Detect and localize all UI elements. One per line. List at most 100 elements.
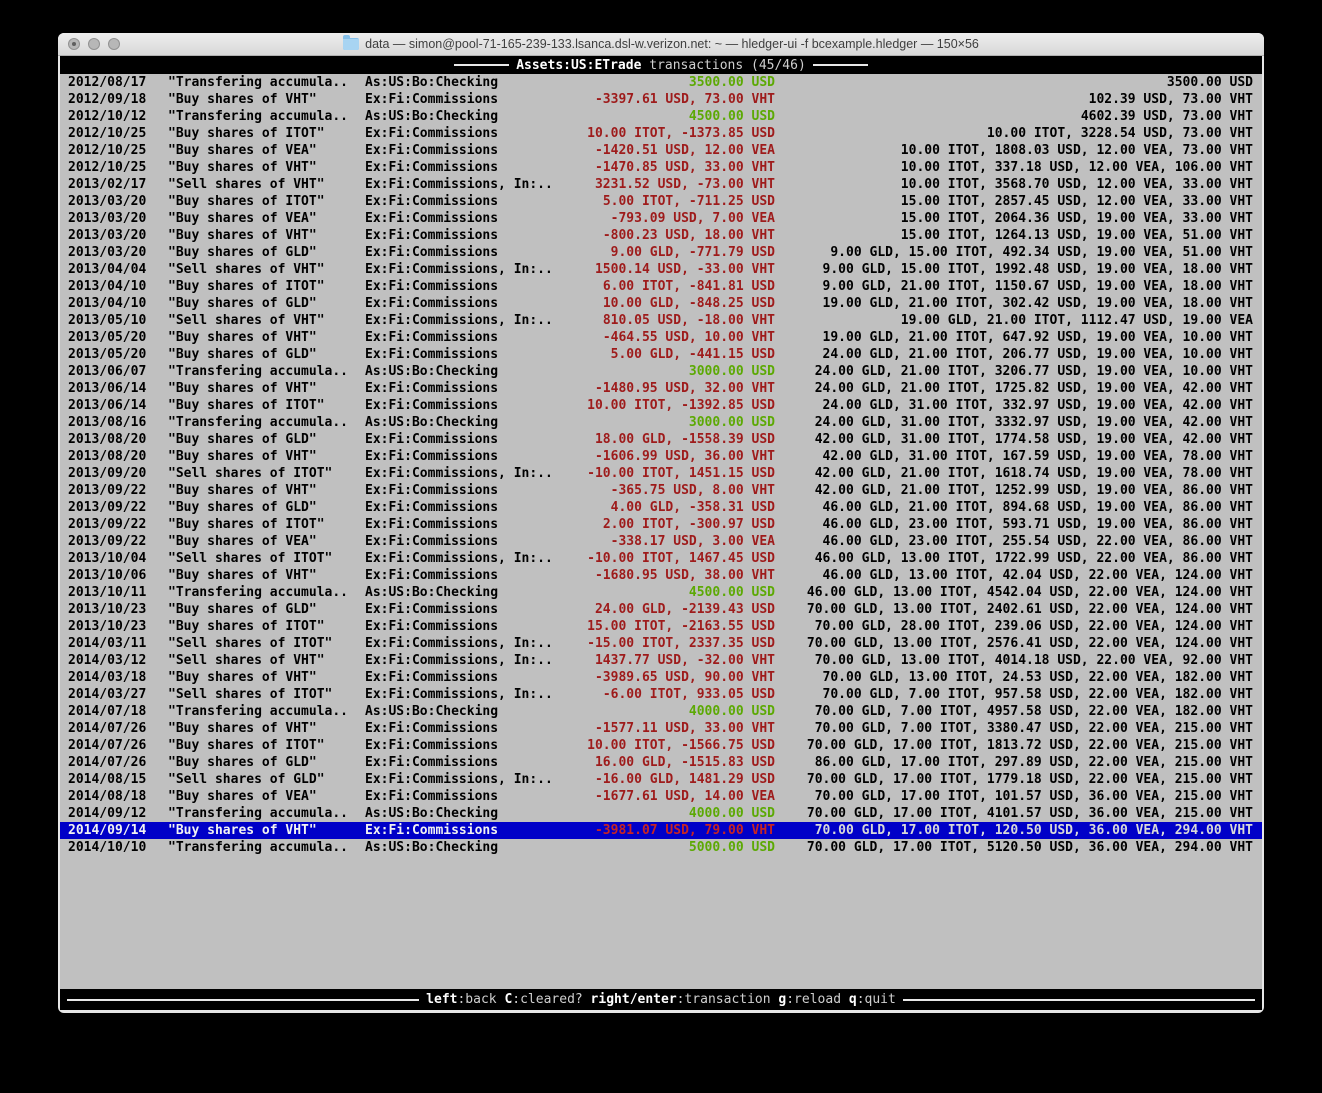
cell-other-accounts: Ex:Fi:Commissions (365, 380, 561, 397)
table-row[interactable]: 2014/08/18 "Buy shares of VEA" Ex:Fi:Com… (60, 788, 1262, 805)
table-row[interactable]: 2012/10/12 "Transfering accumula.. As:US… (60, 108, 1262, 125)
table-row[interactable]: 2014/07/26 "Buy shares of GLD" Ex:Fi:Com… (60, 754, 1262, 771)
table-row[interactable]: 2013/05/20 "Buy shares of VHT" Ex:Fi:Com… (60, 329, 1262, 346)
table-row[interactable]: 2014/07/18 "Transfering accumula.. As:US… (60, 703, 1262, 720)
table-row[interactable]: 2014/09/14 "Buy shares of VHT" Ex:Fi:Com… (60, 822, 1262, 839)
transaction-list: 2012/08/17 "Transfering accumula.. As:US… (60, 74, 1262, 856)
cell-description: "Transfering accumula.. (168, 108, 365, 125)
cell-running-balance: 70.00 GLD, 17.00 ITOT, 120.50 USD, 36.00… (775, 822, 1253, 839)
table-row[interactable]: 2013/09/22 "Buy shares of ITOT" Ex:Fi:Co… (60, 516, 1262, 533)
cell-date: 2014/07/26 (68, 754, 168, 771)
cell-description: "Transfering accumula.. (168, 363, 365, 380)
table-row[interactable]: 2014/03/11 "Sell shares of ITOT" Ex:Fi:C… (60, 635, 1262, 652)
table-row[interactable]: 2014/07/26 "Buy shares of VHT" Ex:Fi:Com… (60, 720, 1262, 737)
window-title: data — simon@pool-71-165-239-133.lsanca.… (343, 37, 979, 51)
table-row[interactable]: 2013/10/23 "Buy shares of ITOT" Ex:Fi:Co… (60, 618, 1262, 635)
cell-date: 2013/06/14 (68, 380, 168, 397)
table-row[interactable]: 2013/03/20 "Buy shares of VEA" Ex:Fi:Com… (60, 210, 1262, 227)
cell-change-amount: 3500.00 USD (561, 74, 775, 91)
cell-date: 2014/07/18 (68, 703, 168, 720)
cell-change-amount: 24.00 GLD, -2139.43 USD (561, 601, 775, 618)
table-row[interactable]: 2013/10/23 "Buy shares of GLD" Ex:Fi:Com… (60, 601, 1262, 618)
cell-running-balance: 46.00 GLD, 13.00 ITOT, 4542.04 USD, 22.0… (775, 584, 1253, 601)
cell-other-accounts: Ex:Fi:Commissions (365, 720, 561, 737)
cell-running-balance: 15.00 ITOT, 1264.13 USD, 19.00 VEA, 51.0… (775, 227, 1253, 244)
cell-date: 2013/06/14 (68, 397, 168, 414)
cell-date: 2012/10/12 (68, 108, 168, 125)
table-row[interactable]: 2013/08/20 "Buy shares of VHT" Ex:Fi:Com… (60, 448, 1262, 465)
table-row[interactable]: 2013/04/10 "Buy shares of ITOT" Ex:Fi:Co… (60, 278, 1262, 295)
table-row[interactable]: 2012/10/25 "Buy shares of VHT" Ex:Fi:Com… (60, 159, 1262, 176)
cell-other-accounts: Ex:Fi:Commissions (365, 448, 561, 465)
close-button[interactable] (68, 38, 80, 50)
terminal-screen: Assets:US:ETrade transactions (45/46) 20… (60, 56, 1262, 1010)
footer-dash-right (903, 999, 1255, 1001)
minimize-button[interactable] (88, 38, 100, 50)
table-row[interactable]: 2014/03/12 "Sell shares of VHT" Ex:Fi:Co… (60, 652, 1262, 669)
cell-date: 2014/03/27 (68, 686, 168, 703)
table-row[interactable]: 2012/08/17 "Transfering accumula.. As:US… (60, 74, 1262, 91)
table-row[interactable]: 2014/08/15 "Sell shares of GLD" Ex:Fi:Co… (60, 771, 1262, 788)
table-row[interactable]: 2013/10/04 "Sell shares of ITOT" Ex:Fi:C… (60, 550, 1262, 567)
cell-date: 2013/09/22 (68, 516, 168, 533)
cell-running-balance: 15.00 ITOT, 2857.45 USD, 12.00 VEA, 33.0… (775, 193, 1253, 210)
cell-change-amount: -15.00 ITOT, 2337.35 USD (561, 635, 775, 652)
cell-change-amount: 1500.14 USD, -33.00 VHT (561, 261, 775, 278)
table-row[interactable]: 2013/03/20 "Buy shares of VHT" Ex:Fi:Com… (60, 227, 1262, 244)
table-row[interactable]: 2013/10/06 "Buy shares of VHT" Ex:Fi:Com… (60, 567, 1262, 584)
table-row[interactable]: 2013/09/20 "Sell shares of ITOT" Ex:Fi:C… (60, 465, 1262, 482)
table-row[interactable]: 2013/08/20 "Buy shares of GLD" Ex:Fi:Com… (60, 431, 1262, 448)
cell-date: 2014/09/12 (68, 805, 168, 822)
table-row[interactable]: 2014/07/26 "Buy shares of ITOT" Ex:Fi:Co… (60, 737, 1262, 754)
table-row[interactable]: 2013/06/14 "Buy shares of ITOT" Ex:Fi:Co… (60, 397, 1262, 414)
cell-other-accounts: Ex:Fi:Commissions (365, 193, 561, 210)
cell-date: 2014/07/26 (68, 720, 168, 737)
table-row[interactable]: 2013/04/04 "Sell shares of VHT" Ex:Fi:Co… (60, 261, 1262, 278)
table-row[interactable]: 2013/09/22 "Buy shares of GLD" Ex:Fi:Com… (60, 499, 1262, 516)
table-row[interactable]: 2013/06/14 "Buy shares of VHT" Ex:Fi:Com… (60, 380, 1262, 397)
cell-date: 2014/03/11 (68, 635, 168, 652)
table-row[interactable]: 2013/06/07 "Transfering accumula.. As:US… (60, 363, 1262, 380)
cell-description: "Sell shares of ITOT" (168, 550, 365, 567)
window-titlebar[interactable]: data — simon@pool-71-165-239-133.lsanca.… (58, 33, 1264, 56)
cell-running-balance: 15.00 ITOT, 2064.36 USD, 19.00 VEA, 33.0… (775, 210, 1253, 227)
cell-change-amount: 5000.00 USD (561, 839, 775, 856)
table-row[interactable]: 2013/08/16 "Transfering accumula.. As:US… (60, 414, 1262, 431)
cell-running-balance: 19.00 GLD, 21.00 ITOT, 302.42 USD, 19.00… (775, 295, 1253, 312)
table-row[interactable]: 2012/10/25 "Buy shares of ITOT" Ex:Fi:Co… (60, 125, 1262, 142)
cell-date: 2013/04/10 (68, 278, 168, 295)
cell-change-amount: -1606.99 USD, 36.00 VHT (561, 448, 775, 465)
table-row[interactable]: 2013/05/10 "Sell shares of VHT" Ex:Fi:Co… (60, 312, 1262, 329)
cell-running-balance: 86.00 GLD, 17.00 ITOT, 297.89 USD, 22.00… (775, 754, 1253, 771)
cell-description: "Buy shares of VHT" (168, 567, 365, 584)
table-row[interactable]: 2014/09/12 "Transfering accumula.. As:US… (60, 805, 1262, 822)
table-row[interactable]: 2013/03/20 "Buy shares of ITOT" Ex:Fi:Co… (60, 193, 1262, 210)
table-row[interactable]: 2014/03/18 "Buy shares of VHT" Ex:Fi:Com… (60, 669, 1262, 686)
cell-description: "Buy shares of ITOT" (168, 737, 365, 754)
cell-description: "Buy shares of GLD" (168, 346, 365, 363)
cell-description: "Buy shares of ITOT" (168, 618, 365, 635)
cell-date: 2014/08/18 (68, 788, 168, 805)
cell-description: "Sell shares of VHT" (168, 652, 365, 669)
cell-running-balance: 70.00 GLD, 17.00 ITOT, 4101.57 USD, 36.0… (775, 805, 1253, 822)
cell-running-balance: 42.00 GLD, 31.00 ITOT, 167.59 USD, 19.00… (775, 448, 1253, 465)
table-row[interactable]: 2013/02/17 "Sell shares of VHT" Ex:Fi:Co… (60, 176, 1262, 193)
table-row[interactable]: 2013/03/20 "Buy shares of GLD" Ex:Fi:Com… (60, 244, 1262, 261)
cell-description: "Buy shares of GLD" (168, 754, 365, 771)
cell-change-amount: -1470.85 USD, 33.00 VHT (561, 159, 775, 176)
cell-change-amount: 10.00 GLD, -848.25 USD (561, 295, 775, 312)
table-row[interactable]: 2012/09/18 "Buy shares of VHT" Ex:Fi:Com… (60, 91, 1262, 108)
cell-running-balance: 46.00 GLD, 23.00 ITOT, 255.54 USD, 22.00… (775, 533, 1253, 550)
table-row[interactable]: 2013/10/11 "Transfering accumula.. As:US… (60, 584, 1262, 601)
cell-running-balance: 24.00 GLD, 21.00 ITOT, 206.77 USD, 19.00… (775, 346, 1253, 363)
table-row[interactable]: 2013/09/22 "Buy shares of VHT" Ex:Fi:Com… (60, 482, 1262, 499)
cell-running-balance: 10.00 ITOT, 337.18 USD, 12.00 VEA, 106.0… (775, 159, 1253, 176)
cell-change-amount: -3989.65 USD, 90.00 VHT (561, 669, 775, 686)
zoom-button[interactable] (108, 38, 120, 50)
table-row[interactable]: 2013/09/22 "Buy shares of VEA" Ex:Fi:Com… (60, 533, 1262, 550)
table-row[interactable]: 2014/10/10 "Transfering accumula.. As:US… (60, 839, 1262, 856)
table-row[interactable]: 2013/05/20 "Buy shares of GLD" Ex:Fi:Com… (60, 346, 1262, 363)
table-row[interactable]: 2014/03/27 "Sell shares of ITOT" Ex:Fi:C… (60, 686, 1262, 703)
table-row[interactable]: 2013/04/10 "Buy shares of GLD" Ex:Fi:Com… (60, 295, 1262, 312)
table-row[interactable]: 2012/10/25 "Buy shares of VEA" Ex:Fi:Com… (60, 142, 1262, 159)
